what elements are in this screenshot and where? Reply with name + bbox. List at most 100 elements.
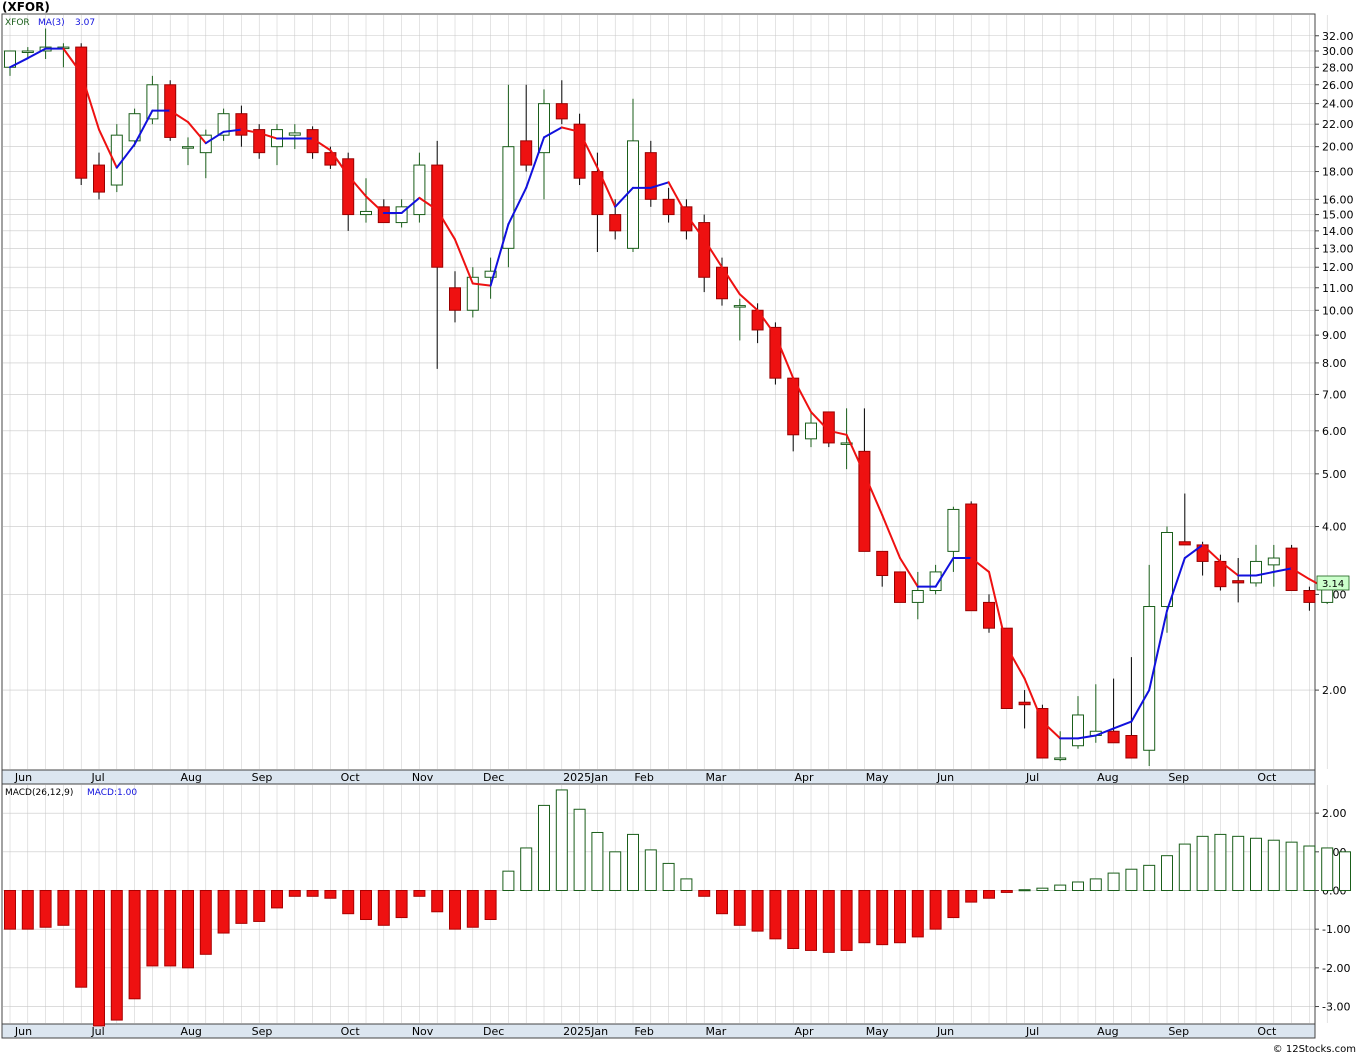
month-label: Jul	[1025, 771, 1039, 784]
macd-bar	[360, 889, 372, 921]
macd-bar	[235, 889, 248, 924]
macd-bar	[1000, 889, 1013, 893]
macd-bar	[164, 889, 177, 967]
month-label: Aug	[1097, 771, 1118, 784]
macd-bar	[787, 889, 800, 950]
macd-tick-label: -1.00	[1322, 923, 1350, 936]
month-label: Oct	[341, 771, 361, 784]
price-tick-label: 5.00	[1322, 468, 1347, 481]
macd-bar	[1178, 843, 1191, 891]
candle-body	[235, 113, 248, 136]
month-label: Sep	[252, 1025, 273, 1038]
macd-bar	[1303, 845, 1316, 891]
month-label: Dec	[483, 1025, 504, 1038]
macd-bar	[466, 889, 479, 928]
last-price-label: 3.14	[1322, 579, 1344, 590]
month-label: Jun	[936, 1025, 954, 1038]
macd-bar	[929, 889, 942, 930]
macd-bar	[894, 889, 906, 944]
month-label: Jul	[1025, 1025, 1039, 1038]
month-label: Jun	[14, 1025, 32, 1038]
price-tick-label: 20.00	[1322, 141, 1354, 154]
macd-bar	[1054, 884, 1067, 891]
month-label: Oct	[1257, 1025, 1277, 1038]
macd-bar	[1036, 887, 1049, 891]
macd-bar	[182, 889, 194, 969]
month-label: Dec	[483, 771, 504, 784]
macd-bar	[288, 889, 301, 897]
macd-bar	[769, 889, 782, 940]
macd-bar	[39, 889, 52, 928]
candle-body	[1125, 735, 1138, 759]
macd-bar	[1143, 864, 1156, 891]
macd-bar	[1161, 855, 1173, 891]
candle-body	[520, 140, 533, 166]
macd-legend-value: MACD:1.00	[87, 788, 137, 798]
month-label: Mar	[706, 1025, 727, 1038]
candle-body	[947, 508, 960, 552]
candle-body	[502, 146, 515, 249]
macd-bar	[840, 889, 853, 951]
candle-body	[182, 146, 194, 149]
month-label: Jun	[14, 771, 32, 784]
macd-bar	[627, 833, 639, 891]
legend-ma-value: 3.07	[75, 18, 95, 28]
macd-bar	[57, 889, 70, 926]
price-panel-frame	[1, 13, 1316, 771]
month-label: Oct	[1257, 771, 1277, 784]
macd-bar	[733, 889, 746, 926]
macd-bar	[413, 889, 426, 897]
stock-chart: 32.00 30.00 28.00 26.00 24.00 22.00 20.00 18.00…	[0, 0, 1360, 1056]
candle	[965, 501, 978, 612]
price-tick-label: 22.00	[1322, 118, 1354, 131]
macd-bar	[680, 878, 693, 891]
price-tick-label: 12.00	[1322, 261, 1354, 274]
month-label: May	[866, 1025, 889, 1038]
macd-bar	[1285, 841, 1298, 891]
macd-bar	[520, 847, 533, 891]
candle-body	[413, 164, 426, 216]
candle-body	[360, 210, 372, 216]
macd-bar	[538, 804, 550, 891]
month-label: Mar	[706, 771, 727, 784]
candle-body	[1036, 708, 1049, 759]
price-tick-label: 24.00	[1322, 98, 1354, 111]
price-tick-label: 2.00	[1322, 684, 1347, 697]
price-tick-label: 30.00	[1322, 45, 1354, 58]
candle-body	[146, 84, 159, 120]
candle-body	[1054, 757, 1067, 761]
candle-body	[288, 132, 301, 136]
candle	[894, 571, 906, 603]
macd-bar	[1072, 881, 1084, 891]
price-tick-label: 11.00	[1322, 282, 1354, 295]
price-tick-label: 8.00	[1322, 357, 1347, 370]
month-label: Jul	[90, 771, 104, 784]
macd-bar	[858, 889, 871, 944]
macd-bar	[253, 889, 266, 922]
macd-bar	[716, 889, 728, 915]
macd-bar	[342, 889, 355, 915]
month-label: Nov	[412, 771, 434, 784]
month-label: Jul	[90, 1025, 104, 1038]
month-label: Apr	[795, 1025, 815, 1038]
macd-bar	[306, 889, 319, 897]
price-tick-label: 15.00	[1322, 209, 1354, 222]
macd-bar	[128, 889, 141, 1000]
candle-body	[609, 214, 622, 232]
month-label: May	[866, 771, 889, 784]
macd-bar	[822, 889, 835, 953]
macd-bar	[591, 831, 604, 891]
macd-bar	[199, 889, 212, 955]
macd-bar	[573, 808, 586, 891]
month-label: Aug	[180, 771, 201, 784]
macd-panel-frame	[1, 783, 1316, 1025]
macd-bar	[484, 889, 497, 921]
candle	[573, 113, 586, 186]
candle-body	[911, 590, 924, 603]
macd-bar	[395, 889, 408, 919]
macd-bar	[947, 889, 960, 919]
candle-body	[93, 164, 105, 193]
candle-body	[876, 550, 889, 577]
candle-body	[1000, 627, 1013, 710]
candle-body	[1303, 590, 1316, 603]
